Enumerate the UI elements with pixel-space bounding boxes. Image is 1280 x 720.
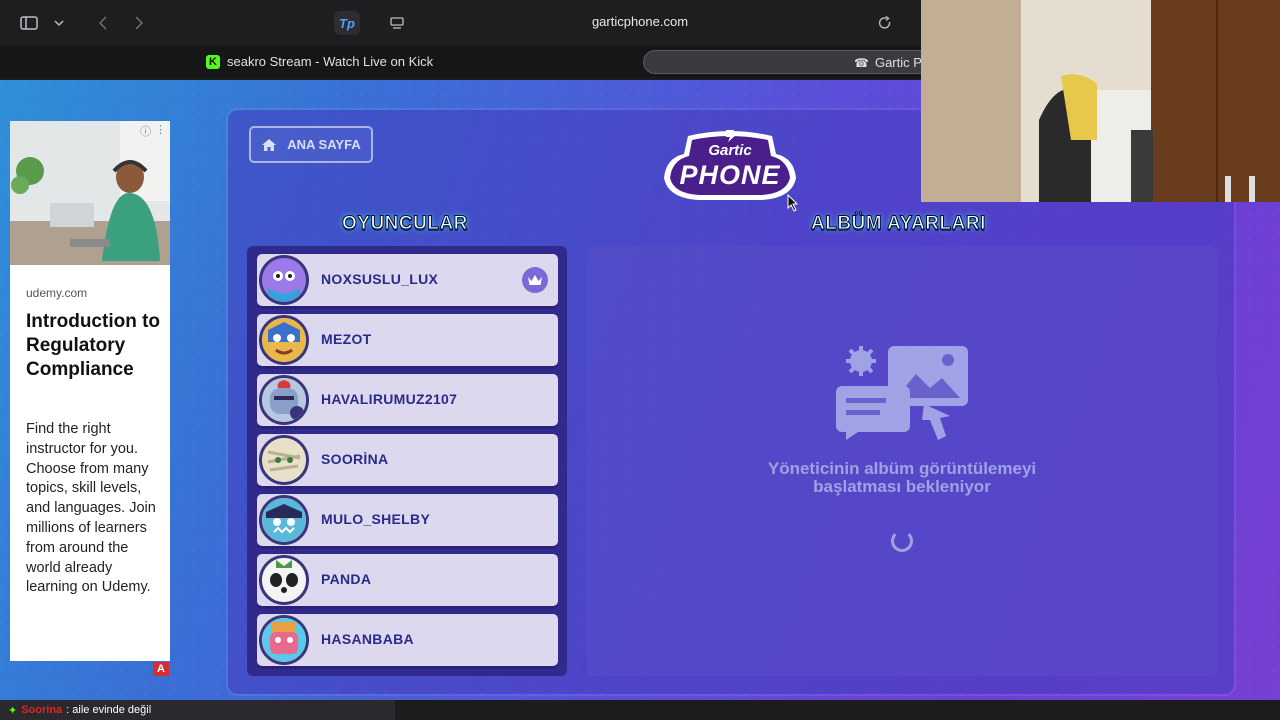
players-title: OYUNCULAR [342,213,468,235]
avatar [259,495,309,545]
loading-spinner-icon [891,530,913,552]
player-name: HASANBABA [321,631,414,647]
album-waiting-icon [836,344,970,445]
home-icon [262,138,277,151]
cursor-icon [787,193,799,217]
chat-username: Soorina [21,704,63,716]
ad-description: Find the right instructor for you. Choos… [26,421,156,596]
album-settings-title: ALBÜM AYARLARI [811,213,986,235]
webcam-overlay [921,0,1280,202]
player-row[interactable]: HAVALIRUMUZ2107 [257,374,558,426]
players-list: NOXSUSLU_LUX MEZOT HAVALIRUMUZ2107 SOORİ… [247,246,567,676]
ad-image[interactable] [10,121,170,265]
back-icon[interactable] [90,11,116,35]
ad-info-icon[interactable]: ⓘ [140,123,151,139]
phone-icon: ☎ [854,55,869,70]
player-row[interactable]: MEZOT [257,314,558,366]
sidebar-toggle-icon[interactable] [16,11,42,35]
forward-icon[interactable] [126,11,152,35]
tab-title: seakro Stream - Watch Live on Kick [227,54,434,69]
extension-label: Tp [339,15,355,31]
logo-bottom-text: PHONE [679,160,781,190]
player-row[interactable]: HASANBABA [257,614,558,666]
ad-source[interactable]: udemy.com [26,286,87,300]
home-button-label: ANA SAYFA [287,137,361,152]
ad-menu-icon[interactable]: ⋮ [155,123,166,139]
chat-message: : aile evinde değil [66,704,152,716]
player-name: HAVALIRUMUZ2107 [321,391,458,407]
ad-controls[interactable]: ⓘ ⋮ [140,123,166,139]
tab-kick-stream[interactable]: K seakro Stream - Watch Live on Kick [206,54,433,69]
avatar [259,315,309,365]
advertisement[interactable]: ⓘ ⋮ udemy.com Introduction to Regulatory… [10,121,170,661]
extension-icon[interactable]: Tp [334,11,360,35]
player-row[interactable]: SOORİNA [257,434,558,486]
sparkle-icon: ✦ [8,704,18,717]
player-row[interactable]: MULO_SHELBY [257,494,558,546]
ad-title[interactable]: Introduction to Regulatory Compliance [26,310,166,382]
avatar [259,555,309,605]
tab-title: Gartic P [874,55,922,70]
player-name: SOORİNA [321,451,389,467]
waiting-message: Yöneticinin albüm görüntülemeyi başlatma… [767,459,1037,496]
avatar [259,435,309,485]
chevron-down-icon[interactable] [46,11,72,35]
avatar [259,375,309,425]
home-button[interactable]: ANA SAYFA [249,126,373,163]
kick-icon: K [206,54,220,69]
address-bar[interactable]: garticphone.com [540,14,740,29]
avatar [259,255,309,305]
crown-icon [522,267,548,293]
player-row[interactable]: NOXSUSLU_LUX [257,254,558,306]
logo-top-text: Gartic [708,142,752,159]
player-name: PANDA [321,571,372,587]
ad-badge: A [153,662,169,676]
gartic-phone-logo: Gartic PHONE [662,128,798,202]
reload-icon[interactable] [872,11,898,35]
player-name: NOXSUSLU_LUX [321,271,439,287]
player-name: MEZOT [321,331,372,347]
stream-chat-overlay: ✦ Soorina : aile evinde değil [0,700,395,720]
player-row[interactable]: PANDA [257,554,558,606]
page-menu-icon[interactable] [384,11,410,35]
player-name: MULO_SHELBY [321,511,431,527]
avatar [259,615,309,665]
